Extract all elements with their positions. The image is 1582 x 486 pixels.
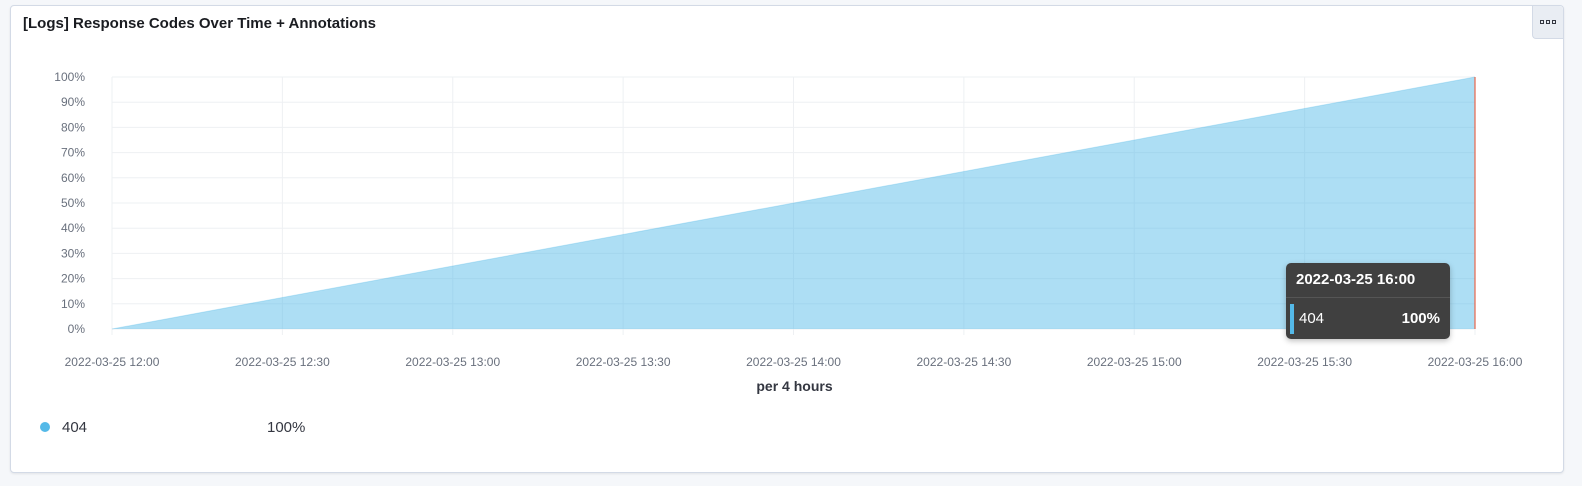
x-tick-label: 2022-03-25 16:00 [1428,355,1523,369]
x-tick-label: 2022-03-25 14:00 [746,355,841,369]
x-tick-label: 2022-03-25 13:00 [405,355,500,369]
legend-color-dot [40,422,50,432]
y-tick-label: 20% [61,272,85,286]
x-tick-label: 2022-03-25 12:00 [65,355,160,369]
y-tick-label: 40% [61,221,85,235]
x-tick-label: 2022-03-25 12:30 [235,355,330,369]
y-tick-label: 0% [68,322,86,336]
chart-tooltip: 2022-03-25 16:00 404 100% [1286,263,1450,339]
x-axis-title: per 4 hours [756,378,832,394]
y-tick-label: 80% [61,120,85,134]
tooltip-series-color [1290,304,1294,334]
chart-legend: 404 100% [40,417,305,437]
x-tick-label: 2022-03-25 14:30 [917,355,1012,369]
y-tick-label: 70% [61,146,85,160]
tooltip-row: 404 100% [1286,298,1450,338]
legend-series-name[interactable]: 404 [62,419,267,436]
x-tick-label: 2022-03-25 13:30 [576,355,671,369]
y-tick-label: 90% [61,95,85,109]
tooltip-series-value: 100% [1401,309,1440,327]
tooltip-header: 2022-03-25 16:00 [1286,263,1450,298]
legend-series-value: 100% [267,418,306,436]
area-chart: 0%10%20%30%40%50%60%70%80%90%100%2022-03… [54,70,1523,394]
y-tick-label: 50% [61,196,85,210]
y-tick-label: 100% [54,70,85,84]
x-tick-label: 2022-03-25 15:30 [1257,355,1352,369]
x-tick-label: 2022-03-25 15:00 [1087,355,1182,369]
y-tick-label: 30% [61,246,85,260]
y-tick-label: 10% [61,297,85,311]
y-tick-label: 60% [61,171,85,185]
tooltip-series-name: 404 [1299,309,1325,327]
